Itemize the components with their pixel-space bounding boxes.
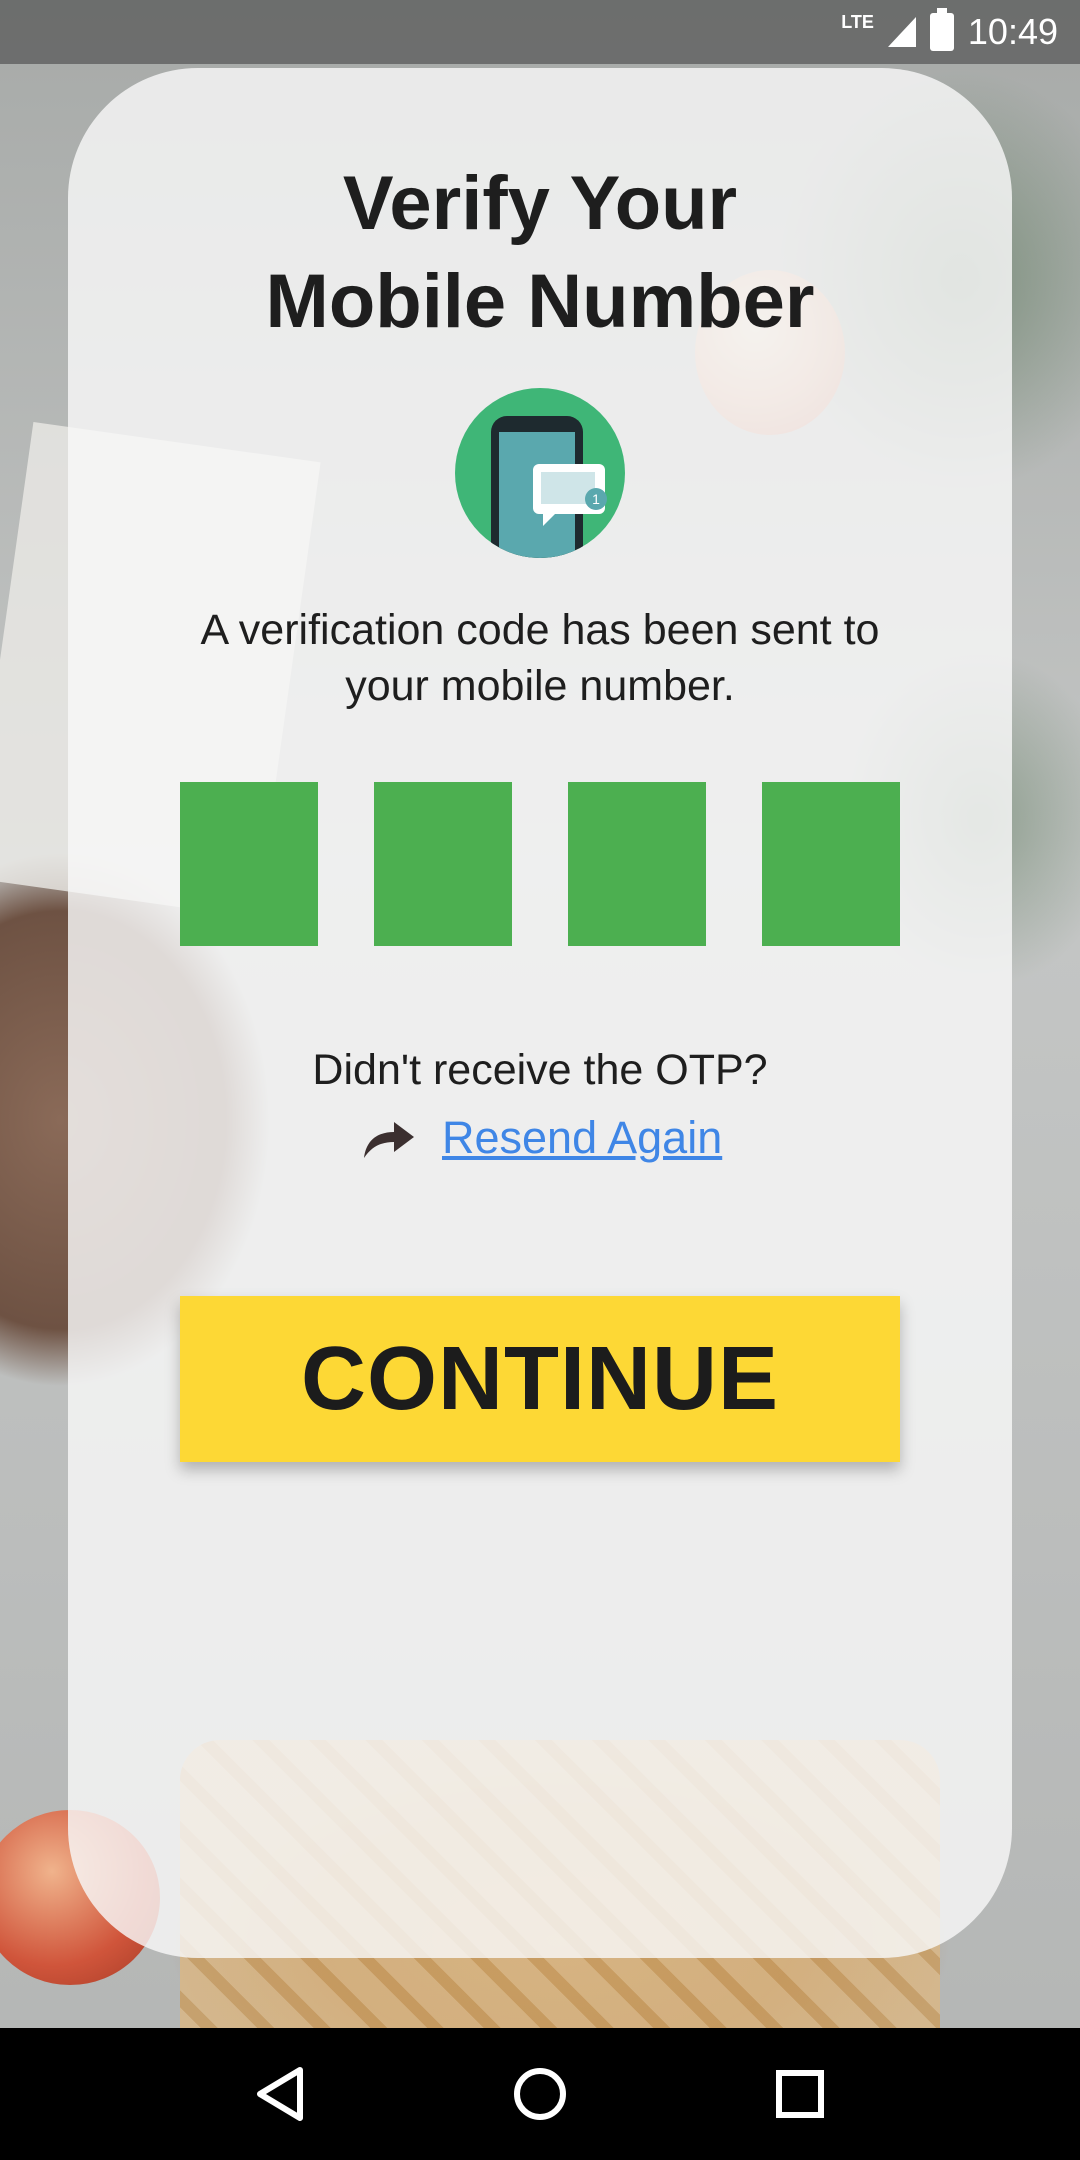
otp-digit-4[interactable] [762, 782, 900, 946]
message-count-badge: 1 [585, 488, 607, 510]
verification-card [68, 68, 1012, 1958]
otp-input-row [180, 782, 900, 946]
navigation-bar [0, 2028, 1080, 2160]
home-button[interactable] [500, 2054, 580, 2134]
signal-icon [887, 17, 916, 47]
resend-again-link[interactable]: Resend Again [442, 1112, 722, 1164]
status-time: 10:49 [967, 11, 1058, 52]
home-icon [514, 2068, 566, 2120]
otp-digit-3[interactable] [568, 782, 706, 946]
status-bar: LTE 10:49 [0, 0, 1080, 64]
recents-button[interactable] [760, 2054, 840, 2134]
otp-digit-2[interactable] [374, 782, 512, 946]
phone-message-icon: 1 [455, 388, 625, 558]
verification-message: A verification code has been sent to you… [200, 606, 880, 710]
page-title: Verify Your Mobile Number [265, 161, 815, 344]
network-type: LTE [841, 11, 874, 32]
recents-icon [776, 2070, 824, 2118]
otp-not-received-text: Didn't receive the OTP? [312, 1046, 768, 1094]
battery-icon [929, 8, 954, 51]
back-button[interactable] [240, 2054, 320, 2134]
back-icon [257, 2067, 303, 2121]
share-arrow-icon [364, 1122, 414, 1158]
otp-digit-1[interactable] [180, 782, 318, 946]
message-tail [543, 512, 557, 526]
resend-row: Resend Again [360, 1108, 722, 1168]
continue-button[interactable]: CONTINUE [180, 1296, 900, 1462]
